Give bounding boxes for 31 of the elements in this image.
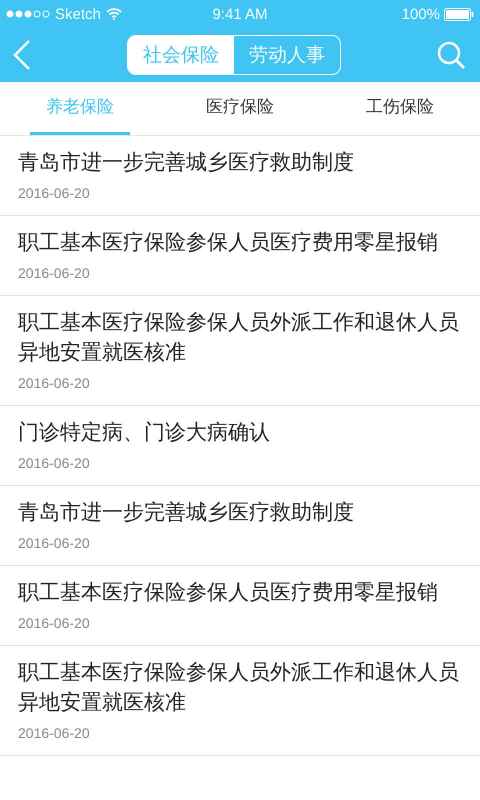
battery-icon: [444, 8, 474, 20]
search-button[interactable]: [436, 40, 466, 70]
wifi-icon: [106, 8, 122, 20]
article-date: 2016-06-20: [18, 724, 91, 743]
article-date: 2016-06-20: [18, 614, 91, 633]
article-title: 职工基本医疗保险参保人员外派工作和退休人员异地安置就医核准: [18, 310, 460, 366]
article-date: 2016-06-20: [18, 454, 91, 473]
article-item[interactable]: 职工基本医疗保险参保人员外派工作和退休人员异地安置就医核准 2016-06-20: [0, 296, 480, 406]
article-item[interactable]: 职工基本医疗保险参保人员外派工作和退休人员异地安置就医核准 2016-06-20: [0, 646, 480, 756]
article-date: 2016-06-20: [18, 374, 91, 393]
article-title: 青岛市进一步完善城乡医疗救助制度: [18, 500, 355, 526]
back-button[interactable]: [12, 39, 32, 71]
category-tab[interactable]: 工伤保险: [320, 82, 480, 135]
category-tab[interactable]: 医疗保险: [160, 82, 320, 135]
article-title: 职工基本医疗保险参保人员外派工作和退休人员异地安置就医核准: [18, 660, 460, 716]
clock-time: 9:41 AM: [212, 6, 268, 22]
article-title: 门诊特定病、门诊大病确认: [18, 420, 271, 446]
article-item[interactable]: 青岛市进一步完善城乡医疗救助制度 2016-06-20: [0, 486, 480, 566]
article-date: 2016-06-20: [18, 534, 91, 553]
article-title: 职工基本医疗保险参保人员医疗费用零星报销: [18, 580, 439, 606]
article-item[interactable]: 门诊特定病、门诊大病确认 2016-06-20: [0, 406, 480, 486]
article-item[interactable]: 青岛市进一步完善城乡医疗救助制度 2016-06-20: [0, 136, 480, 216]
article-title: 青岛市进一步完善城乡医疗救助制度: [18, 150, 355, 176]
carrier-name: Sketch: [55, 6, 101, 22]
signal-icon: [6, 10, 50, 18]
article-date: 2016-06-20: [18, 264, 91, 283]
article-item[interactable]: 职工基本医疗保险参保人员医疗费用零星报销 2016-06-20: [0, 566, 480, 646]
article-date: 2016-06-20: [18, 184, 91, 203]
article-item[interactable]: 职工基本医疗保险参保人员医疗费用零星报销 2016-06-20: [0, 216, 480, 296]
article-title: 职工基本医疗保险参保人员医疗费用零星报销: [18, 230, 439, 256]
battery-percent: 100%: [402, 6, 440, 22]
